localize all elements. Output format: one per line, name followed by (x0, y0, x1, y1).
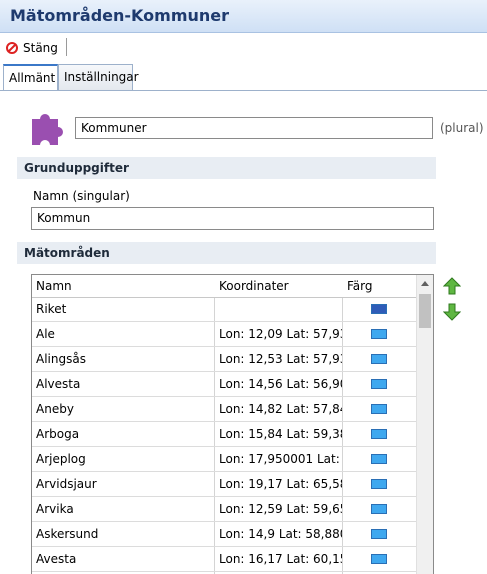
tab-divider (0, 90, 487, 91)
tab-settings[interactable]: Inställningar (58, 64, 139, 90)
cell-name: Avesta (36, 552, 77, 566)
vertical-scrollbar[interactable] (416, 275, 433, 574)
cell-coordinates: Lon: 12,53 Lat: 57,93 (219, 352, 342, 366)
color-swatch[interactable] (371, 554, 387, 564)
cell-name: Arjeplog (36, 452, 86, 466)
cell-color[interactable] (343, 522, 417, 546)
color-swatch[interactable] (371, 379, 387, 389)
singular-name-input[interactable]: Kommun (31, 207, 434, 230)
arrow-down-icon[interactable] (443, 303, 461, 321)
chevron-up-icon (421, 281, 429, 286)
color-swatch[interactable] (371, 404, 387, 414)
table-row[interactable]: Arvika Lon: 12,59 Lat: 59,65000 (32, 497, 417, 522)
puzzle-icon (32, 114, 63, 145)
cell-color[interactable] (343, 322, 417, 346)
cell-coordinates: Lon: 12,09 Lat: 57,93 (219, 327, 342, 341)
tab-strip: Allmänt Inställningar (0, 64, 487, 91)
color-swatch[interactable] (371, 504, 387, 514)
table-row[interactable]: Arjeplog Lon: 17,950001 Lat: 66,0 (32, 447, 417, 472)
grid-header: Namn Koordinater Färg (32, 275, 417, 298)
section-basic-info: Grunduppgifter (17, 157, 436, 179)
table-row[interactable]: Arboga Lon: 15,84 Lat: 59,38999 (32, 422, 417, 447)
cell-coordinates (215, 297, 342, 321)
color-swatch[interactable] (371, 354, 387, 364)
name-input[interactable]: Kommuner (75, 117, 433, 139)
close-button[interactable]: Stäng (6, 39, 58, 57)
cell-name: Alingsås (36, 352, 86, 366)
table-row[interactable]: Alingsås Lon: 12,53 Lat: 57,93 (32, 347, 417, 372)
cell-name: Ale (36, 327, 55, 341)
color-swatch[interactable] (371, 479, 387, 489)
cell-coordinates: Lon: 14,56 Lat: 56,90000 (219, 377, 342, 391)
table-row[interactable]: Avesta Lon: 16,17 Lat: 60,15000 (32, 547, 417, 572)
table-row[interactable]: Arvidsjaur Lon: 19,17 Lat: 65,58000 (32, 472, 417, 497)
cell-name: Arvika (36, 502, 74, 516)
singular-label: Namn (singular) (33, 189, 130, 203)
cell-color[interactable] (343, 422, 417, 446)
title-bar: Mätområden-Kommuner (0, 0, 487, 33)
table-row[interactable]: Aneby Lon: 14,82 Lat: 57,84 (32, 397, 417, 422)
cell-coordinates: Lon: 17,950001 Lat: 66,0 (219, 452, 342, 466)
cell-color[interactable] (343, 472, 417, 496)
close-icon (6, 42, 18, 54)
toolbar-separator (66, 38, 67, 56)
cell-coordinates: Lon: 16,17 Lat: 60,15000 (219, 552, 342, 566)
color-swatch[interactable] (371, 304, 387, 314)
scroll-thumb[interactable] (419, 294, 431, 328)
table-row[interactable]: Ale Lon: 12,09 Lat: 57,93 (32, 322, 417, 347)
cell-coordinates: Lon: 15,84 Lat: 59,38999 (219, 427, 342, 441)
color-swatch[interactable] (371, 454, 387, 464)
cell-name: Aneby (36, 402, 74, 416)
cell-color[interactable] (343, 397, 417, 421)
cell-color[interactable] (343, 372, 417, 396)
toolbar: Stäng (0, 33, 487, 61)
color-swatch[interactable] (371, 529, 387, 539)
scroll-up-button[interactable] (417, 275, 433, 292)
tab-general[interactable]: Allmänt (3, 64, 58, 91)
column-header-coordinates[interactable]: Koordinater (215, 275, 342, 297)
table-row[interactable]: Askersund Lon: 14,9 Lat: 58,880001 (32, 522, 417, 547)
cell-color[interactable] (343, 297, 417, 321)
window-title: Mätområden-Kommuner (10, 6, 230, 25)
plural-hint: (plural) (440, 121, 484, 135)
cell-name: Arboga (36, 427, 80, 441)
table-row[interactable]: Riket (32, 297, 417, 322)
cell-coordinates: Lon: 14,82 Lat: 57,84 (219, 402, 342, 416)
close-button-label: Stäng (23, 41, 58, 55)
cell-coordinates: Lon: 19,17 Lat: 65,58000 (219, 477, 342, 491)
cell-coordinates: Lon: 14,9 Lat: 58,880001 (219, 527, 342, 541)
cell-name: Riket (36, 302, 67, 316)
cell-coordinates: Lon: 12,59 Lat: 59,65000 (219, 502, 342, 516)
cell-name: Alvesta (36, 377, 81, 391)
cell-color[interactable] (343, 347, 417, 371)
column-header-color[interactable]: Färg (343, 275, 417, 297)
cell-name: Askersund (36, 527, 99, 541)
cell-name: Arvidsjaur (36, 477, 97, 491)
section-measurement-areas: Mätområden (17, 242, 436, 264)
column-header-name[interactable]: Namn (32, 275, 214, 297)
cell-color[interactable] (343, 497, 417, 521)
arrow-up-icon[interactable] (443, 277, 461, 295)
cell-color[interactable] (343, 447, 417, 471)
areas-grid[interactable]: Namn Koordinater Färg Riket Ale Lon: 12,09… (31, 274, 434, 574)
color-swatch[interactable] (371, 329, 387, 339)
color-swatch[interactable] (371, 429, 387, 439)
cell-color[interactable] (343, 547, 417, 571)
table-row[interactable]: Alvesta Lon: 14,56 Lat: 56,90000 (32, 372, 417, 397)
